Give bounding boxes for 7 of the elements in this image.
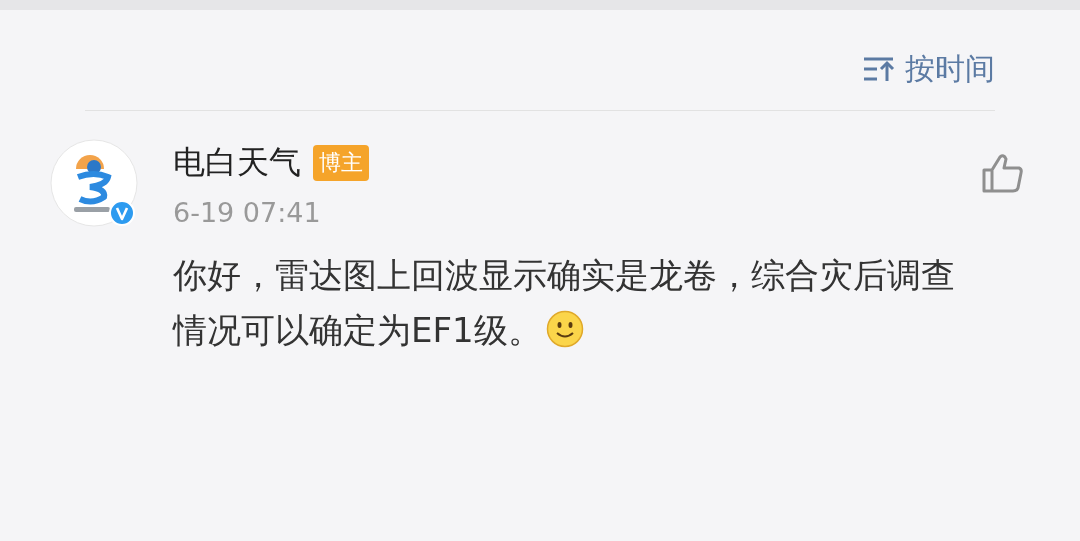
role-badge: 博主 [313,145,369,181]
thumbs-up-icon[interactable] [982,153,1024,193]
sort-button[interactable]: 按时间 [863,50,995,88]
author-name[interactable]: 电白天气 [173,141,301,185]
comment-text: 你好，雷达图上回波显示确实是龙卷，综合灾后调查情况可以确定为EF1级。 [173,254,956,352]
sort-icon [863,56,897,82]
comment-time: 6-19 07:41 [173,197,321,228]
